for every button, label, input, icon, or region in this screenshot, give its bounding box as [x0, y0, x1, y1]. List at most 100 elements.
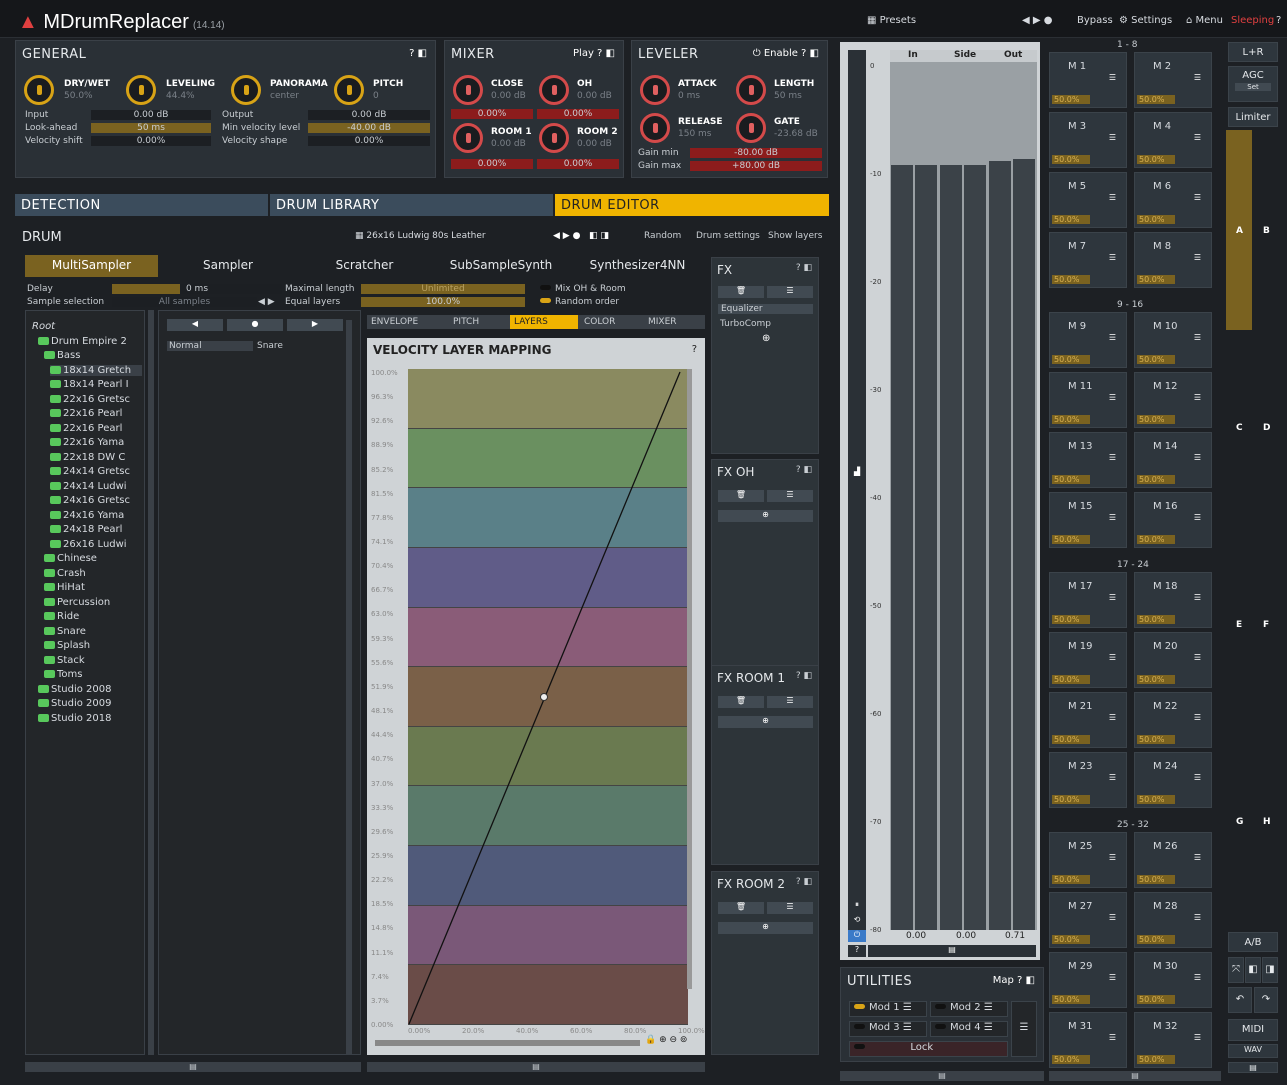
drum-preset[interactable]: ▦ 26x16 Ludwig 80s Leather [355, 231, 486, 241]
edtab-color[interactable]: COLOR [580, 315, 642, 329]
modulator-amount[interactable]: 50.0% [1137, 735, 1175, 744]
tree-item[interactable]: Stack [44, 655, 142, 666]
tree-scrollbar[interactable] [148, 310, 154, 1055]
modulator-slot[interactable]: M 27 ☰ 50.0% [1049, 892, 1127, 948]
modulator-slot[interactable]: M 22 ☰ 50.0% [1134, 692, 1212, 748]
tree-item[interactable]: Studio 2008 [38, 684, 142, 695]
modulator-slot[interactable]: M 4 ☰ 50.0% [1134, 112, 1212, 168]
expand-icon[interactable]: ⤧ [1228, 957, 1244, 983]
drum-settings-button[interactable]: Drum settings [696, 231, 760, 241]
mod1-button[interactable]: Mod 1 ☰ [849, 1001, 927, 1017]
fx-menu-icon[interactable]: ☰ [767, 286, 813, 298]
modulator-amount[interactable]: 50.0% [1137, 795, 1175, 804]
menu-button[interactable]: ⌂ Menu [1186, 15, 1223, 26]
modulator-menu-icon[interactable]: ☰ [1109, 393, 1116, 402]
modulator-slot[interactable]: M 5 ☰ 50.0% [1049, 172, 1127, 228]
modulator-slot[interactable]: M 17 ☰ 50.0% [1049, 572, 1127, 628]
modulator-slot[interactable]: M 12 ☰ 50.0% [1134, 372, 1212, 428]
tab-drum-library[interactable]: DRUM LIBRARY [270, 194, 553, 216]
modulator-menu-icon[interactable]: ☰ [1109, 73, 1116, 82]
modulator-menu-icon[interactable]: ☰ [1109, 653, 1116, 662]
utilities-menu-icon[interactable]: ☰ [1011, 1001, 1037, 1057]
macro-slot-label[interactable]: D [1263, 423, 1270, 433]
fxroom2-delete-icon[interactable]: 🗑 [718, 902, 764, 914]
tree-item[interactable]: 18x14 Pearl I [50, 379, 142, 390]
modulator-slot[interactable]: M 6 ☰ 50.0% [1134, 172, 1212, 228]
meter-collapse-button[interactable]: ▤ [868, 945, 1036, 957]
layer-next-button[interactable]: ▶ [287, 319, 343, 331]
tree-item[interactable]: Bass [44, 350, 142, 361]
leveling-knob[interactable] [126, 75, 156, 105]
tree-item[interactable]: Crash [44, 568, 142, 579]
mixer-controls[interactable]: Play ? ◧ [573, 48, 615, 59]
modulator-menu-icon[interactable]: ☰ [1194, 73, 1201, 82]
modulator-slot[interactable]: M 24 ☰ 50.0% [1134, 752, 1212, 808]
modulator-amount[interactable]: 50.0% [1052, 155, 1090, 164]
modulator-amount[interactable]: 50.0% [1137, 155, 1175, 164]
fxroom2-menu-icon[interactable]: ☰ [767, 902, 813, 914]
modulator-menu-icon[interactable]: ☰ [1194, 253, 1201, 262]
macro-slot-label[interactable]: F [1263, 620, 1269, 630]
tree-item[interactable]: 22x16 Gretsc [50, 394, 142, 405]
vlm-hscroll[interactable] [375, 1040, 640, 1046]
modulator-slot[interactable]: M 20 ☰ 50.0% [1134, 632, 1212, 688]
fxoh-help[interactable]: ? ◧ [796, 465, 812, 475]
tree-item[interactable]: 24x16 Gretsc [50, 495, 142, 506]
tab-detection[interactable]: DETECTION [15, 194, 268, 216]
modulator-menu-icon[interactable]: ☰ [1109, 453, 1116, 462]
gainmax-value[interactable]: +80.00 dB [690, 161, 822, 171]
room1-knob[interactable] [453, 123, 483, 153]
meter-pause-icon[interactable]: ⏸ [848, 900, 866, 912]
sample-selection-nav[interactable]: ◀ ▶ [258, 297, 275, 307]
modulator-slot[interactable]: M 14 ☰ 50.0% [1134, 432, 1212, 488]
tree-item[interactable]: Drum Empire 2 [38, 336, 142, 347]
tree-item[interactable]: 22x16 Yama [50, 437, 142, 448]
tree-item[interactable]: Chinese [44, 553, 142, 564]
lookahead-value[interactable]: 50 ms [91, 123, 211, 133]
modulator-menu-icon[interactable]: ☰ [1194, 513, 1201, 522]
meter-mode-icon[interactable]: ▟ [854, 467, 860, 476]
tree-item[interactable]: Studio 2018 [38, 713, 142, 724]
layer-prev-button[interactable]: ◀ [167, 319, 223, 331]
modulator-menu-icon[interactable]: ☰ [1194, 453, 1201, 462]
tree-item[interactable]: 24x14 Ludwi [50, 481, 142, 492]
meter-reset-icon[interactable]: ⟲ [848, 915, 866, 927]
modulator-slot[interactable]: M 7 ☰ 50.0% [1049, 232, 1127, 288]
copy-icon[interactable]: ◧ [1245, 957, 1261, 983]
panorama-knob[interactable] [231, 75, 261, 105]
modulator-amount[interactable]: 50.0% [1137, 215, 1175, 224]
tree-item[interactable]: 22x18 DW C [50, 452, 142, 463]
modulator-amount[interactable]: 50.0% [1052, 615, 1090, 624]
velshift-value[interactable]: 0.00% [91, 136, 211, 146]
modulator-slot[interactable]: M 19 ☰ 50.0% [1049, 632, 1127, 688]
meter-side-strip[interactable] [848, 50, 866, 940]
limiter-button[interactable]: Limiter [1228, 107, 1278, 127]
modulator-slot[interactable]: M 16 ☰ 50.0% [1134, 492, 1212, 548]
modulator-slot[interactable]: M 25 ☰ 50.0% [1049, 832, 1127, 888]
meter-help-icon[interactable]: ? [848, 945, 866, 957]
modulator-slot[interactable]: M 8 ☰ 50.0% [1134, 232, 1212, 288]
modulator-amount[interactable]: 50.0% [1052, 355, 1090, 364]
paste-icon[interactable]: ◨ [1262, 957, 1278, 983]
close-pct[interactable]: 0.00% [451, 109, 533, 119]
oh-pct[interactable]: 0.00% [537, 109, 619, 119]
wav-button[interactable]: WAV [1228, 1044, 1278, 1058]
fx-item-turbocomp[interactable]: TurboComp [720, 319, 771, 329]
vlm-zoom-controls[interactable]: 🔒 ⊕ ⊖ ⊚ [645, 1035, 687, 1045]
edtab-envelope[interactable]: ENVELOPE [367, 315, 447, 329]
redo-icon[interactable]: ↷ [1254, 987, 1278, 1013]
random-order-toggle[interactable]: Random order [536, 297, 619, 307]
bypass-button[interactable]: Bypass [1077, 15, 1113, 26]
macro-slot-label[interactable]: A [1236, 226, 1243, 236]
pitch-knob[interactable] [334, 75, 364, 105]
modulator-menu-icon[interactable]: ☰ [1194, 333, 1201, 342]
edtab-mixer[interactable]: MIXER [644, 315, 704, 329]
modulator-menu-icon[interactable]: ☰ [1194, 773, 1201, 782]
modulator-menu-icon[interactable]: ☰ [1194, 713, 1201, 722]
fxoh-delete-icon[interactable]: 🗑 [718, 490, 764, 502]
release-knob[interactable] [640, 113, 670, 143]
tree-item[interactable]: Snare [44, 626, 142, 637]
tree-item[interactable]: 18x14 Gretch [50, 364, 142, 376]
modulator-menu-icon[interactable]: ☰ [1194, 653, 1201, 662]
modulator-menu-icon[interactable]: ☰ [1109, 333, 1116, 342]
